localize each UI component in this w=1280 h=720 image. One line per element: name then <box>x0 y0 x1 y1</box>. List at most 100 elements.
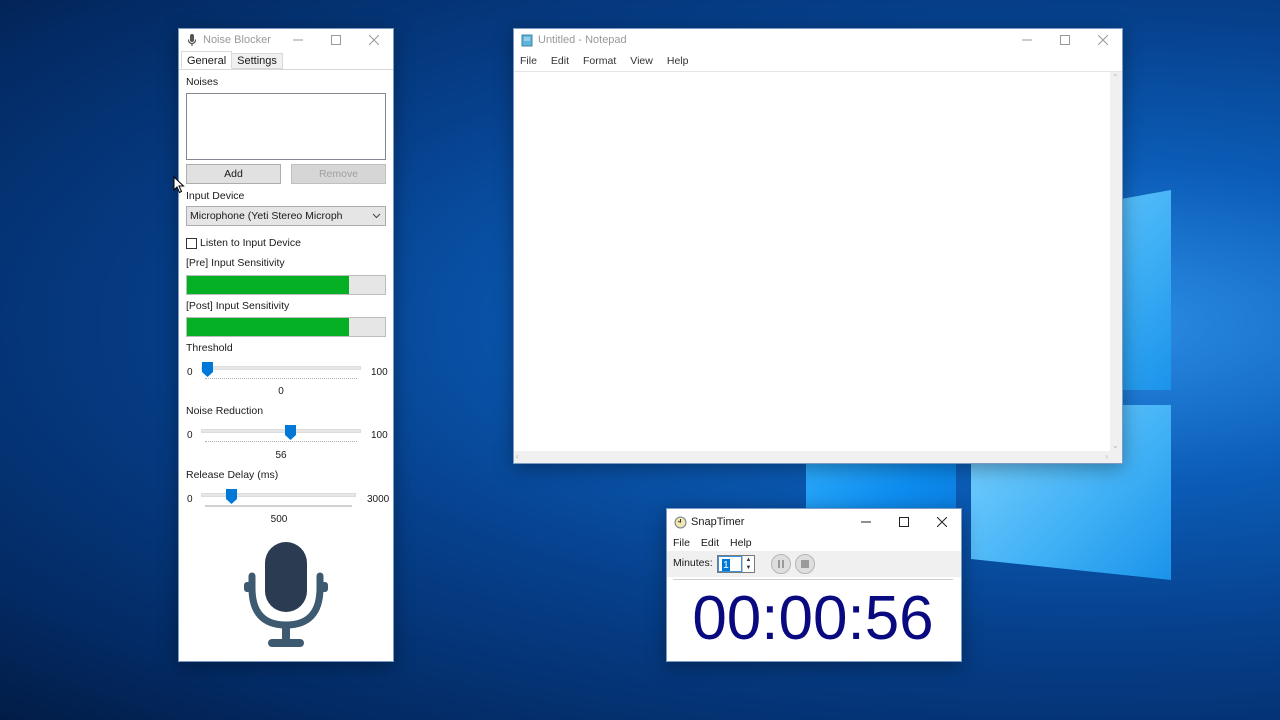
vertical-scrollbar[interactable]: ⌃ ⌄ <box>1110 72 1122 451</box>
noises-label: Noises <box>186 76 219 88</box>
listen-checkbox-row[interactable]: Listen to Input Device <box>186 237 301 249</box>
slider-ticks <box>205 441 357 443</box>
notepad-window: Untitled - Notepad File Edit Format View… <box>513 28 1123 464</box>
release-delay-value: 500 <box>270 514 288 525</box>
notepad-text-area[interactable]: ⌃ ⌄ ‹ › <box>514 71 1122 463</box>
noise-reduction-label: Noise Reduction <box>186 405 264 417</box>
close-button[interactable] <box>923 509 961 535</box>
scroll-down-icon[interactable]: ⌄ <box>1112 441 1119 450</box>
noises-listbox[interactable] <box>186 93 386 160</box>
threshold-slider[interactable] <box>201 362 361 386</box>
add-button[interactable]: Add <box>186 164 281 184</box>
listen-checkbox[interactable] <box>186 237 197 249</box>
close-icon <box>937 517 947 527</box>
close-button[interactable] <box>1084 29 1122 51</box>
minimize-button[interactable] <box>1008 29 1046 51</box>
snaptimer-window: SnapTimer File Edit Help Minutes: 1 ▲ ▼ … <box>666 508 962 662</box>
close-button[interactable] <box>355 29 393 51</box>
slider-ticks <box>205 378 357 380</box>
timer-display: 00:00:56 <box>673 579 953 657</box>
pause-icon <box>778 560 784 568</box>
noise-blocker-window: Noise Blocker General Settings Noises Ad… <box>178 28 394 662</box>
general-tab-panel: Noises Add Remove Input Device Microphon… <box>179 69 393 661</box>
slider-thumb[interactable] <box>284 425 296 440</box>
notepad-titlebar[interactable]: Untitled - Notepad <box>514 29 1122 51</box>
chevron-down-icon <box>372 213 381 219</box>
input-device-value: Microphone (Yeti Stereo Microph <box>190 210 343 222</box>
close-icon <box>369 35 379 45</box>
notepad-app-icon <box>520 33 534 47</box>
noise-reduction-value: 56 <box>275 450 287 461</box>
minimize-button[interactable] <box>279 29 317 51</box>
threshold-min: 0 <box>187 367 193 378</box>
slider-track <box>201 366 361 370</box>
pre-sensitivity-label: [Pre] Input Sensitivity <box>186 257 285 269</box>
release-delay-min: 0 <box>187 494 193 505</box>
minimize-button[interactable] <box>847 509 885 535</box>
pause-button[interactable] <box>771 554 791 574</box>
noise-reduction-max: 100 <box>371 430 388 441</box>
scroll-right-icon[interactable]: › <box>1105 452 1108 461</box>
slider-ticks <box>205 505 352 507</box>
noise-blocker-titlebar[interactable]: Noise Blocker <box>179 29 393 51</box>
scroll-up-icon[interactable]: ⌃ <box>1112 73 1119 82</box>
slider-track <box>201 493 356 497</box>
microphone-app-icon <box>185 33 199 47</box>
listen-label: Listen to Input Device <box>200 237 301 249</box>
notepad-menubar: File Edit Format View Help <box>514 51 1122 71</box>
noise-reduction-min: 0 <box>187 430 193 441</box>
threshold-max: 100 <box>371 367 388 378</box>
minutes-label: Minutes: <box>673 557 713 569</box>
minimize-icon <box>861 521 871 523</box>
stop-button[interactable] <box>795 554 815 574</box>
menu-view[interactable]: View <box>623 55 660 67</box>
window-title: SnapTimer <box>691 516 745 528</box>
maximize-icon <box>331 35 341 45</box>
input-device-label: Input Device <box>186 190 245 202</box>
slider-thumb[interactable] <box>202 362 213 377</box>
snaptimer-titlebar[interactable]: SnapTimer <box>667 509 961 535</box>
minutes-spinner[interactable]: 1 ▲ ▼ <box>717 555 755 573</box>
window-title: Untitled - Notepad <box>538 34 627 46</box>
threshold-label: Threshold <box>186 342 233 354</box>
snaptimer-toolbar: Minutes: 1 ▲ ▼ <box>667 551 961 577</box>
minutes-value: 1 <box>722 559 730 571</box>
noise-reduction-slider[interactable] <box>201 425 361 449</box>
menu-help[interactable]: Help <box>724 537 757 549</box>
maximize-button[interactable] <box>885 509 923 535</box>
tab-general[interactable]: General <box>181 51 233 69</box>
scroll-left-icon[interactable]: ‹ <box>516 452 519 461</box>
menu-file[interactable]: File <box>667 537 695 549</box>
pre-sensitivity-fill <box>187 276 350 294</box>
release-delay-slider[interactable] <box>201 489 356 513</box>
release-delay-max: 3000 <box>367 494 390 505</box>
minimize-icon <box>1022 39 1032 41</box>
tab-settings[interactable]: Settings <box>232 53 283 69</box>
microphone-icon[interactable] <box>241 538 331 650</box>
stop-icon <box>801 560 809 568</box>
maximize-button[interactable] <box>1046 29 1084 51</box>
remove-button[interactable]: Remove <box>291 164 386 184</box>
post-sensitivity-label: [Post] Input Sensitivity <box>186 300 290 312</box>
menu-file[interactable]: File <box>514 55 544 67</box>
menu-edit[interactable]: Edit <box>544 55 576 67</box>
menu-help[interactable]: Help <box>660 55 696 67</box>
input-device-dropdown[interactable]: Microphone (Yeti Stereo Microph <box>186 206 386 226</box>
pre-sensitivity-bar <box>186 275 386 295</box>
spin-up-icon[interactable]: ▲ <box>743 556 754 564</box>
maximize-icon <box>1060 35 1070 45</box>
threshold-value: 0 <box>278 386 284 397</box>
menu-edit[interactable]: Edit <box>695 537 724 549</box>
spin-down-icon[interactable]: ▼ <box>743 564 754 572</box>
post-sensitivity-fill <box>187 318 350 336</box>
tab-strip: General Settings <box>181 51 393 69</box>
window-title: Noise Blocker <box>203 34 271 46</box>
clock-app-icon <box>673 515 687 529</box>
snaptimer-menubar: File Edit Help <box>667 535 961 551</box>
resize-grip[interactable] <box>1110 451 1122 463</box>
minutes-input[interactable]: 1 <box>718 556 742 572</box>
horizontal-scrollbar[interactable]: ‹ › <box>514 451 1110 463</box>
slider-thumb[interactable] <box>225 489 237 504</box>
maximize-button[interactable] <box>317 29 355 51</box>
menu-format[interactable]: Format <box>576 55 623 67</box>
